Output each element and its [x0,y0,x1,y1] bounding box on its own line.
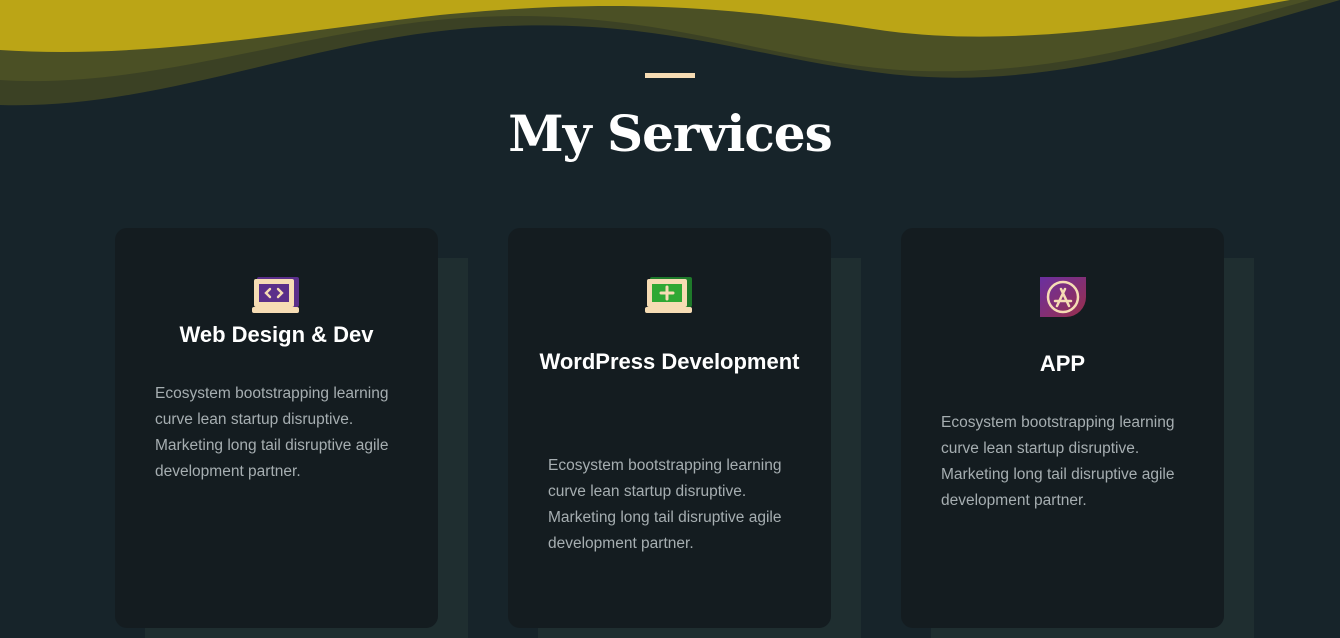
section-title: My Services [508,104,833,163]
service-description: Ecosystem bootstrapping learning curve l… [155,385,389,480]
service-card-wordpress: WordPress Development Ecosystem bootstra… [508,228,831,628]
service-title: WordPress Development [539,349,800,374]
decorative-waves [0,0,1340,106]
service-title: Web Design & Dev [179,322,374,347]
service-description: Ecosystem bootstrapping learning curve l… [941,414,1175,509]
service-card-web-design: Web Design & Dev Ecosystem bootstrapping… [115,228,438,628]
service-description: Ecosystem bootstrapping learning curve l… [548,457,782,552]
title-accent-bar [645,73,695,78]
laptop-plus-icon [644,277,692,313]
service-card-app: APP Ecosystem bootstrapping learning cur… [901,228,1224,628]
service-title: APP [1039,351,1086,376]
laptop-code-icon [251,277,299,313]
app-store-icon [1039,277,1086,317]
